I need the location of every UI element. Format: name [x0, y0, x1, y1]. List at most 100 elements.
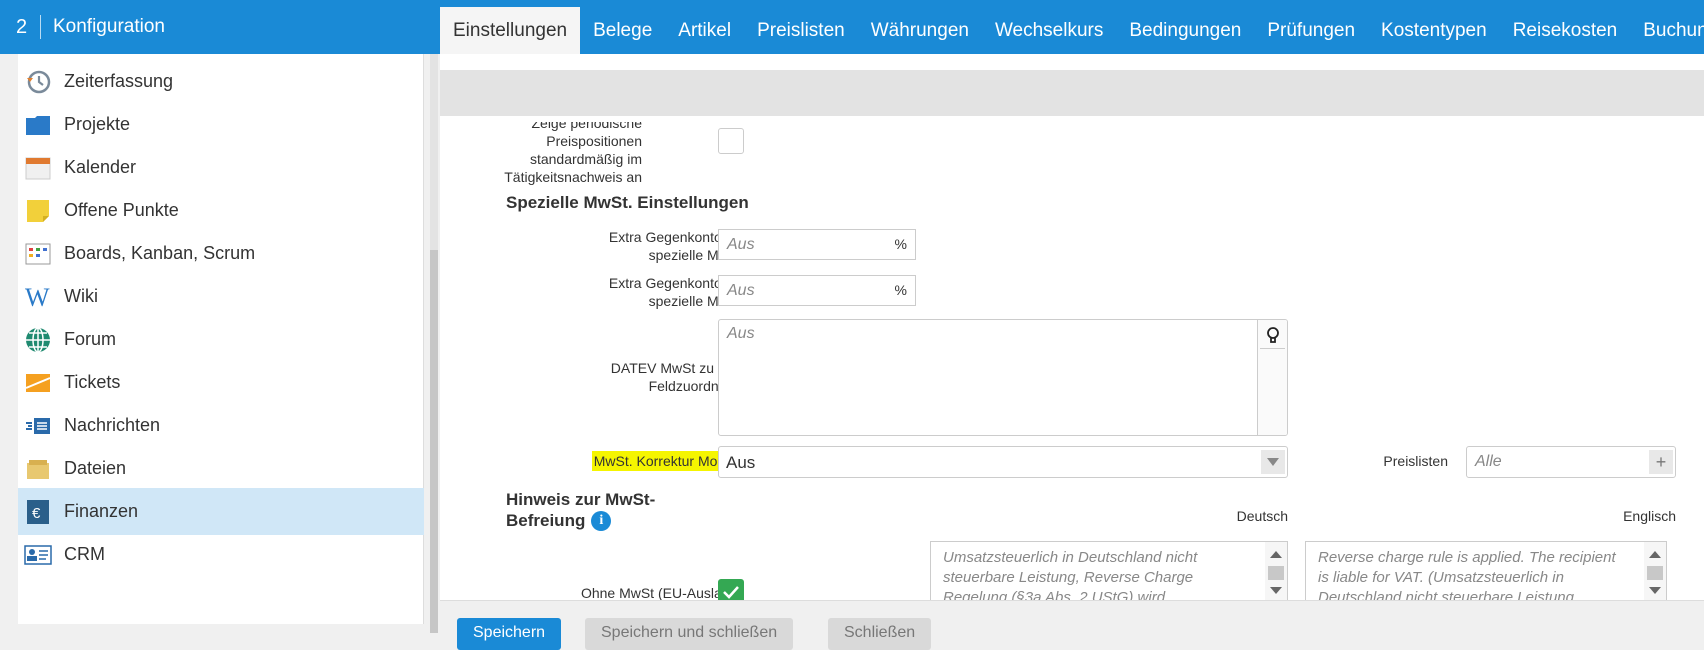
- tab-einstellungen[interactable]: Einstellungen: [440, 7, 581, 54]
- german-notice-textarea[interactable]: Umsatzsteuerlich in Deutschland nicht st…: [930, 541, 1288, 601]
- datev-label: DATEV MwSt zu BU- Feldzuordnung: [502, 359, 742, 395]
- periodic-positions-label: Zeige periodische Preispositionen standa…: [432, 122, 642, 234]
- sidebar: Zeiterfassung Projekte Kalender Offene P…: [18, 54, 424, 624]
- sidebar-item-kalender[interactable]: Kalender: [18, 144, 424, 191]
- text-line: is liable for VAT. (Umsatzsteuerlich in: [1318, 569, 1564, 586]
- files-tray-icon: [24, 455, 52, 483]
- info-icon[interactable]: i: [591, 510, 612, 531]
- sidebar-item-wiki[interactable]: W Wiki: [18, 273, 424, 320]
- footer-bar: Speichern Speichern und schließen Schlie…: [440, 600, 1704, 650]
- sidebar-item-offene-punkte[interactable]: Offene Punkte: [18, 187, 424, 234]
- section-exemption-title: Hinweis zur MwSt- Befreiung i: [506, 489, 655, 531]
- panel-toolbar: [440, 70, 1704, 116]
- tab-bedingungen[interactable]: Bedingungen: [1116, 7, 1254, 54]
- tab-preislisten[interactable]: Preislisten: [744, 7, 858, 54]
- textarea-placeholder: Aus: [727, 325, 755, 342]
- svg-text:€: €: [32, 505, 41, 522]
- periodic-label-line: standardmäßig im: [529, 151, 642, 167]
- percent-unit: %: [894, 282, 907, 298]
- svg-text:W: W: [25, 285, 50, 309]
- tab-kostentypen[interactable]: Kostentypen: [1368, 7, 1500, 54]
- periodic-label-line: Preispositionen: [546, 133, 642, 149]
- textarea-text: Umsatzsteuerlich in Deutschland nicht st…: [943, 548, 1197, 600]
- window-header: 2 Konfiguration: [0, 0, 440, 54]
- scroll-down-icon[interactable]: [1270, 587, 1282, 594]
- periodic-label-line: Tätigkeitsnachweis an: [504, 169, 642, 185]
- sticky-note-icon: [24, 197, 52, 225]
- sidebar-item-finanzen[interactable]: € Finanzen: [18, 488, 424, 535]
- scroll-up-icon[interactable]: [1270, 551, 1282, 558]
- price-lists-label: Preislisten: [1383, 453, 1448, 469]
- sidebar-item-nachrichten[interactable]: Nachrichten: [18, 402, 424, 449]
- sidebar-item-forum[interactable]: Forum: [18, 316, 424, 363]
- textarea-side-panel: [1257, 320, 1287, 435]
- tab-reisekosten[interactable]: Reisekosten: [1500, 7, 1631, 54]
- scroll-thumb[interactable]: [1647, 566, 1663, 580]
- close-button[interactable]: Schließen: [828, 618, 932, 650]
- tab-buchungen[interactable]: Buchungen: [1630, 7, 1704, 54]
- textarea-scrollbar[interactable]: [1265, 542, 1287, 600]
- datev-mapping-textarea[interactable]: Aus: [718, 319, 1288, 436]
- label-line: spezielle MwSt: [648, 293, 742, 309]
- ticket-icon: [24, 369, 52, 397]
- scroll-down-icon[interactable]: [1649, 587, 1661, 594]
- crm-contact-card-icon: [24, 541, 52, 569]
- sidebar-item-label: CRM: [64, 544, 105, 564]
- lightbulb-icon[interactable]: [1260, 324, 1285, 349]
- sidebar-item-label: Offene Punkte: [64, 200, 179, 220]
- folder-icon: [24, 111, 52, 139]
- sidebar-item-label: Nachrichten: [64, 415, 161, 435]
- clock-history-icon: [24, 68, 52, 96]
- extra-account-1-input[interactable]: Aus %: [718, 229, 916, 260]
- scroll-thumb[interactable]: [1268, 566, 1284, 580]
- english-notice-textarea[interactable]: Reverse charge rule is applied. The reci…: [1305, 541, 1667, 601]
- sidebar-item-tickets[interactable]: Tickets: [18, 359, 424, 406]
- input-placeholder: Aus: [727, 236, 755, 253]
- label-line: spezielle MwSt: [648, 247, 742, 263]
- sidebar-scrollbar-thumb[interactable]: [430, 250, 438, 633]
- save-button[interactable]: Speichern: [457, 618, 562, 650]
- price-lists-input[interactable]: Alle +: [1466, 446, 1676, 478]
- sidebar-item-crm[interactable]: CRM: [18, 531, 424, 578]
- vat-correction-mode-select[interactable]: Aus: [718, 446, 1288, 478]
- percent-unit: %: [894, 236, 907, 252]
- sidebar-item-boards[interactable]: Boards, Kanban, Scrum: [18, 230, 424, 277]
- app-title: Konfiguration: [53, 16, 165, 37]
- label-line: Extra Gegenkonto für: [608, 229, 742, 245]
- tab-waehrungen[interactable]: Währungen: [858, 7, 982, 54]
- textarea-text: Reverse charge rule is applied. The reci…: [1318, 548, 1616, 600]
- column-german: Deutsch: [1236, 508, 1288, 524]
- sidebar-item-projekte[interactable]: Projekte: [18, 101, 424, 148]
- settings-panel: Zeige periodische Preispositionen standa…: [440, 54, 1704, 633]
- wiki-icon: W: [24, 283, 52, 311]
- section-title-line: Befreiung: [506, 511, 586, 530]
- window-number: 2: [16, 15, 28, 38]
- extra-account-1-label: Extra Gegenkonto für spezielle MwSt: [502, 228, 742, 264]
- extra-account-2-input[interactable]: Aus %: [718, 275, 916, 306]
- sidebar-item-label: Kalender: [64, 157, 137, 177]
- input-placeholder: Aus: [727, 282, 755, 299]
- periodic-positions-checkbox[interactable]: [718, 128, 744, 154]
- kanban-board-icon: [24, 240, 52, 268]
- label-line: DATEV MwSt zu BU-: [610, 360, 742, 376]
- scroll-up-icon[interactable]: [1649, 551, 1661, 558]
- vat-correction-mode-label: MwSt. Korrektur Modus: [502, 451, 742, 471]
- sidebar-item-dateien[interactable]: Dateien: [18, 445, 424, 492]
- textarea-scrollbar[interactable]: [1644, 542, 1666, 600]
- section-vat-title: Spezielle MwSt. Einstellungen: [506, 193, 749, 212]
- tab-belege[interactable]: Belege: [580, 7, 665, 54]
- top-bar: 2 Konfiguration Einstellungen Belege Art…: [0, 0, 1704, 54]
- tab-pruefungen[interactable]: Prüfungen: [1254, 7, 1368, 54]
- sidebar-item-label: Forum: [64, 329, 117, 349]
- extra-account-2-label: Extra Gegenkonto für spezielle MwSt: [502, 274, 742, 310]
- tab-artikel[interactable]: Artikel: [665, 7, 744, 54]
- text-line: Reverse charge rule is applied. The reci…: [1318, 549, 1616, 566]
- plus-icon[interactable]: +: [1649, 450, 1673, 474]
- sidebar-item-zeiterfassung[interactable]: Zeiterfassung: [18, 58, 424, 105]
- text-line: steuerbare Leistung, Reverse Charge: [943, 569, 1194, 586]
- tab-wechselkurs[interactable]: Wechselkurs: [982, 7, 1116, 54]
- sidebar-item-label: Finanzen: [64, 501, 139, 521]
- messages-icon: [24, 412, 52, 440]
- sidebar-item-label: Zeiterfassung: [64, 71, 174, 91]
- save-close-button[interactable]: Speichern und schließen: [585, 618, 794, 650]
